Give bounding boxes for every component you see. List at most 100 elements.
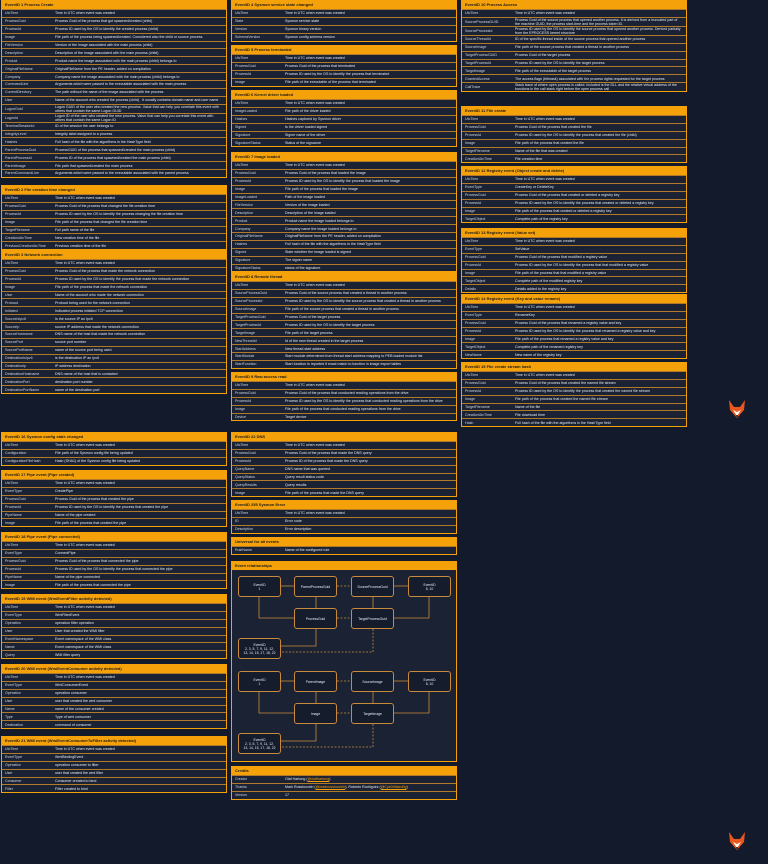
field-name: UtcTime — [465, 305, 479, 310]
field-row: DestinationIsIpv6 is the destination IP a… — [2, 353, 226, 362]
field-name: Image — [465, 141, 475, 146]
field-row: ProcessId Process ID used by the OS to id… — [232, 69, 456, 78]
field-name: SourceImage — [465, 45, 487, 50]
field-name: ParentImage — [5, 163, 26, 168]
field-row: FileVersion Version of the image loaded — [232, 200, 456, 208]
field-description: Full hash of the file with the algorithm… — [285, 242, 381, 247]
field-name: EventType — [465, 313, 482, 318]
field-description: File path of the Sysmon config file bein… — [55, 451, 133, 456]
field-description: Is the source IP an Ipv6 — [55, 316, 93, 321]
field-name: StartFunction — [235, 362, 257, 367]
field-row: Query WMI filter query — [2, 650, 226, 658]
field-row: TargetProcessId Process ID used by the OS… — [232, 320, 456, 328]
field-description: The path without the name of the image a… — [55, 90, 164, 95]
field-row: ProcessGuid Process Guid of the process t… — [462, 122, 686, 131]
field-row: UtcTime Time in UTC when event was create… — [462, 303, 686, 311]
field-row: NewName New name of the registry key — [462, 350, 686, 358]
field-row: Signature Signer name of the driver — [232, 130, 456, 139]
field-description: Product name the image associated with t… — [55, 58, 177, 63]
field-row: DestinationPortName name of the destinati… — [2, 385, 226, 393]
connector-line — [281, 629, 374, 653]
field-description: Hashes captured by Sysmon driver — [285, 117, 341, 122]
relationship-node-events_many: EventID 2, 3, 5, 7, 9, 11, 12, 13, 14, 1… — [238, 733, 281, 754]
field-row: TargetObject Complete path of the registr… — [462, 214, 686, 222]
relationship-node-source: SourceImage — [351, 671, 394, 692]
section-title: EventID 8 Remote thread — [232, 273, 456, 281]
field-row: TargetObject Complete path of the renamed… — [462, 342, 686, 350]
field-description: Start function is reported if exact matc… — [285, 362, 402, 367]
field-name: IntegrityLevel — [5, 132, 27, 137]
field-row: UtcTime Time in UTC when event was create… — [2, 603, 226, 611]
field-name: UtcTime — [5, 543, 19, 548]
field-name: Image — [5, 520, 15, 525]
field-name: Version — [235, 27, 247, 32]
field-name: DestinationIsIpv6 — [5, 356, 33, 361]
event-section: EventID 14 Registry event (Key and value… — [461, 294, 687, 360]
thanks-link[interactable]: @markrussinovich — [316, 785, 346, 789]
field-row: ProcessId Process ID used by the OS to id… — [232, 396, 456, 405]
field-name: LogonGuid — [5, 106, 23, 111]
field-name: UtcTime — [235, 11, 249, 16]
field-row: ParentProcessId Process ID of the process… — [2, 153, 226, 161]
connector-line — [258, 692, 294, 714]
field-row: TargetImage File path of the target proce… — [232, 328, 456, 336]
field-name: Operation — [5, 691, 21, 696]
field-name: QueryStatus — [235, 475, 255, 479]
event-section: EventID 20 WMI event (WmiEventConsumer a… — [1, 664, 227, 730]
field-name: Image — [465, 209, 475, 213]
field-description: Process Guid of the target process — [285, 315, 341, 319]
field-description: File path of the process that created th… — [515, 141, 584, 146]
field-description: Details added to the registry key — [515, 286, 567, 291]
thanks-link[interactable]: @Cyb3rWard0g — [381, 785, 407, 789]
field-row: Image File path of the process being spaw… — [2, 32, 226, 41]
field-description: Process ID used by the OS to identify th… — [515, 329, 656, 334]
field-row: UtcTime Time in UTC when event was create… — [2, 479, 226, 487]
field-description: WMI filter query — [55, 652, 81, 657]
field-description: New name of the registry key — [515, 352, 562, 357]
relationship-node-process: Image — [294, 703, 337, 724]
field-name: OriginalFileName — [5, 66, 33, 71]
field-name: Image — [465, 271, 475, 275]
field-row: Operation operation consumer — [2, 688, 226, 697]
field-description: File path of the source process that cre… — [515, 45, 629, 50]
field-description: Process ID used by the OS to identify th… — [515, 389, 650, 394]
field-name: ConfigurationFileHash — [5, 459, 41, 464]
field-name: User — [5, 98, 13, 103]
field-row: Initiated Indicated process initiated TCP… — [2, 306, 226, 314]
section-title: EventID 7 Image loaded — [232, 153, 456, 161]
event-section: EventID 21 WMI event (WmiEventConsumerTo… — [1, 736, 227, 794]
field-description: File path of the process that changed th… — [55, 220, 148, 225]
field-row: SourceHostname DNS name of the host that … — [2, 330, 226, 338]
field-name: ProcessId — [235, 459, 251, 464]
connector-line — [258, 597, 294, 619]
field-row: ProcessGuid Process Guid of the process t… — [462, 190, 686, 199]
field-name: EventType — [465, 185, 482, 190]
field-row: PipeName Name of the pipe connected — [2, 572, 226, 581]
field-description: Sysmon config schema version — [285, 35, 335, 40]
field-row: DestinationHostname DNS name of the host … — [2, 369, 226, 377]
field-name: UtcTime — [5, 443, 19, 448]
relationship-node-process: ProcessGuid — [294, 608, 337, 629]
field-description: Protocol being used for the network conn… — [55, 300, 130, 305]
field-description: ID of the session the user belongs to — [55, 124, 114, 129]
field-row: ProcessGuid Process Guid of the process t… — [232, 61, 456, 70]
section-title: EventID 14 Registry event (Key and value… — [462, 295, 686, 303]
field-row: StartModule Start module determined from … — [232, 352, 456, 360]
field-description: Time in UTC when event was created — [285, 56, 345, 61]
field-description: IP address destination — [55, 364, 91, 369]
field-description: Time in UTC when event was created — [55, 481, 115, 486]
field-row: Protocol Protocol being used for the netw… — [2, 298, 226, 306]
field-name: ProcessId — [5, 277, 21, 282]
relationship-node-events_many: EventID 2, 3, 5, 7, 9, 11, 12, 13, 14, 1… — [238, 638, 281, 659]
field-description: user that created the wmi filter — [55, 771, 104, 776]
field-description: Time in UTC when event was created — [55, 543, 115, 548]
field-name: ProcessGuid — [5, 269, 26, 274]
field-description: Time in UTC when event was created — [285, 383, 345, 388]
field-name: Image — [5, 35, 15, 40]
field-description: DNS name that was queried — [285, 467, 330, 472]
field-name: Image — [235, 407, 245, 412]
field-row: Image File path of the executable of the … — [232, 77, 456, 86]
creator-link[interactable]: @olafhartong — [308, 777, 330, 781]
field-description: File path of the process that created th… — [55, 520, 127, 525]
field-name: SourceThreadId — [465, 37, 491, 42]
